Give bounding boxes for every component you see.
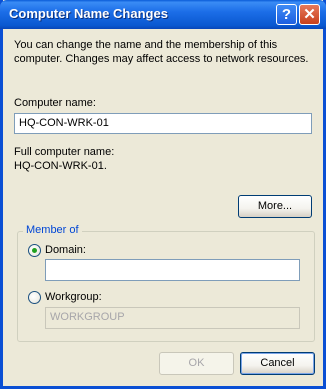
workgroup-radio[interactable] <box>28 291 41 304</box>
computer-name-changes-dialog: Computer Name Changes ? ✕ You can change… <box>0 0 326 389</box>
domain-radio[interactable] <box>28 244 41 257</box>
ok-button[interactable]: OK <box>159 352 234 375</box>
member-of-label: Member of <box>23 224 82 236</box>
close-icon: ✕ <box>303 6 316 23</box>
intro-text-line1: You can change the name and the membersh… <box>14 39 278 51</box>
title-bar[interactable]: Computer Name Changes ? ✕ <box>0 0 326 29</box>
computer-name-label: Computer name: <box>14 97 96 109</box>
full-computer-name-label: Full computer name: <box>14 146 115 158</box>
cancel-button[interactable]: Cancel <box>240 352 315 375</box>
computer-name-input[interactable]: HQ-CON-WRK-01 <box>14 113 312 134</box>
more-button[interactable]: More... <box>238 195 312 218</box>
intro-text-line2: computer. Changes may affect access to n… <box>14 53 309 65</box>
domain-input[interactable] <box>45 259 300 281</box>
full-computer-name-value: HQ-CON-WRK-01. <box>14 160 107 172</box>
help-button[interactable]: ? <box>276 4 297 25</box>
close-button[interactable]: ✕ <box>299 4 320 25</box>
workgroup-label: Workgroup: <box>45 291 102 303</box>
window-title: Computer Name Changes <box>9 6 168 21</box>
help-icon: ? <box>281 6 292 23</box>
domain-label: Domain: <box>45 244 86 256</box>
workgroup-input[interactable]: WORKGROUP <box>45 307 300 329</box>
